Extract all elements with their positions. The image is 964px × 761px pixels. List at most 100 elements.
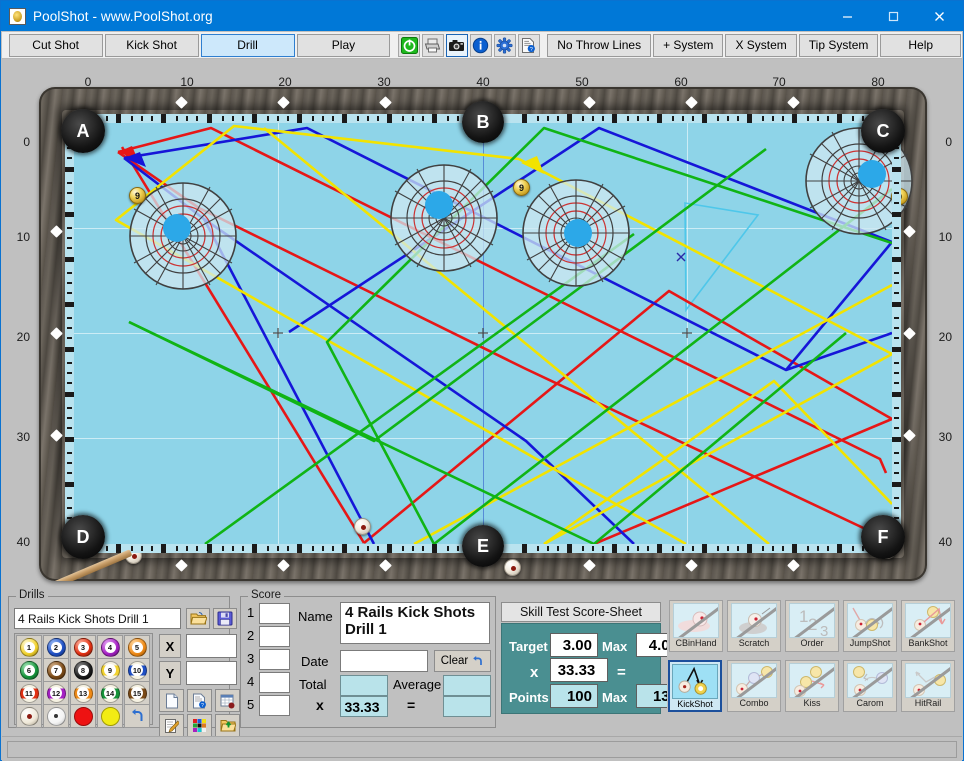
document-help-icon[interactable]: ? <box>517 33 540 57</box>
pocket-a[interactable]: A <box>61 109 105 153</box>
svg-text:?: ? <box>530 47 533 53</box>
pocket-c[interactable]: C <box>861 109 905 153</box>
y-axis-left-label-10: 10 <box>16 230 30 244</box>
new-page-icon[interactable] <box>159 689 184 712</box>
ball-button-4[interactable]: 4 <box>97 635 123 659</box>
ball-button-10[interactable]: 10 <box>124 658 150 682</box>
score-name-input[interactable]: 4 Rails Kick Shots Drill 1 <box>340 602 490 644</box>
clear-button[interactable]: Clear <box>434 650 491 672</box>
ball-button-7[interactable]: 7 <box>43 658 69 682</box>
shot-type-kickshot[interactable]: KickShot <box>668 660 722 712</box>
score-row-input-5[interactable] <box>259 695 290 716</box>
score-row-index-5: 5 <box>247 697 255 712</box>
shot-type-label: BankShot <box>908 638 948 648</box>
ball-button-3[interactable]: 3 <box>70 635 96 659</box>
ball-button-2[interactable]: 2 <box>43 635 69 659</box>
power-icon[interactable] <box>398 33 421 57</box>
tab-drill[interactable]: Drill <box>200 33 295 57</box>
shot-type-jumpshot[interactable]: JumpShot <box>843 600 897 652</box>
rail-diamond <box>903 429 916 442</box>
undo-arrow-icon[interactable] <box>124 704 150 728</box>
ball-button-12[interactable]: 12 <box>43 681 69 705</box>
save-disk-icon[interactable] <box>213 608 237 629</box>
ball-button-11[interactable]: 11 <box>16 681 42 705</box>
ball-button-5[interactable]: 5 <box>124 635 150 659</box>
button-tip-system[interactable]: Tip System <box>798 33 879 57</box>
score-row-index-2: 2 <box>247 628 255 643</box>
shot-type-kiss[interactable]: Kiss <box>785 660 839 712</box>
tab-cut-shot[interactable]: Cut Shot <box>8 33 103 57</box>
color-palette-icon[interactable] <box>187 714 212 737</box>
bottom-panel: Drills 4 Rails Kick Shots Drill 1 1 2 3 … <box>2 589 962 760</box>
pocket-d[interactable]: D <box>61 515 105 559</box>
button-x-system[interactable]: X System <box>725 33 797 57</box>
y-axis-right-label-40: 40 <box>938 535 952 549</box>
close-button[interactable] <box>916 1 963 31</box>
ball-button-red[interactable] <box>70 704 96 728</box>
aim-target-wheel <box>522 179 630 287</box>
score-row-input-3[interactable] <box>259 649 290 670</box>
gear-icon[interactable] <box>493 33 516 57</box>
camera-icon[interactable] <box>445 33 468 57</box>
pool-table[interactable]: 9 9 9 <box>39 87 927 581</box>
score-row-input-2[interactable] <box>259 626 290 647</box>
score-row-input-4[interactable] <box>259 672 290 693</box>
shot-type-order[interactable]: 123 Order <box>785 600 839 652</box>
y-axis-right-label-10: 10 <box>938 230 952 244</box>
pocket-e[interactable]: E <box>462 525 504 567</box>
skill-test-title: Skill Test Score-Sheet <box>501 602 661 622</box>
document-help-icon[interactable]: ? <box>187 689 212 712</box>
score-row-input-1[interactable] <box>259 603 290 624</box>
printer-icon[interactable] <box>422 33 444 57</box>
shot-type-label: Combo <box>739 698 769 708</box>
pocket-f[interactable]: F <box>861 515 905 559</box>
ball-button-yellow[interactable] <box>97 704 123 728</box>
skill-factor-value[interactable]: 33.33 <box>550 658 608 682</box>
ball-button-spot[interactable] <box>43 704 69 728</box>
coord-y-input[interactable] <box>186 661 237 685</box>
info-icon[interactable] <box>469 33 492 57</box>
tab-play[interactable]: Play <box>296 33 391 57</box>
button-no-throw-lines[interactable]: No Throw Lines <box>547 33 652 57</box>
pocket-b[interactable]: B <box>462 101 504 143</box>
minimize-button[interactable] <box>824 1 870 31</box>
object-ball-9[interactable]: 9 <box>513 179 530 196</box>
target-value[interactable]: 3.00 <box>550 633 598 657</box>
shot-type-hitrail[interactable]: HitRail <box>901 660 955 712</box>
shot-type-scratch[interactable]: Scratch <box>727 600 781 652</box>
table-felt[interactable]: 9 9 9 <box>74 123 913 576</box>
export-folder-icon[interactable] <box>215 714 240 737</box>
ball-button-13[interactable]: 13 <box>70 681 96 705</box>
coord-x-input[interactable] <box>186 634 237 658</box>
ball-button-8[interactable]: 8 <box>70 658 96 682</box>
score-total-value <box>340 675 388 696</box>
score-date-input[interactable] <box>340 650 428 672</box>
shot-type-cbinhand[interactable]: CBinHand <box>669 600 723 652</box>
ball-button-1[interactable]: 1 <box>16 635 42 659</box>
coord-x-label: X <box>159 634 181 658</box>
button-plus-system[interactable]: + System <box>653 33 724 57</box>
table-report-icon[interactable] <box>215 689 240 712</box>
maximize-button[interactable] <box>870 1 916 31</box>
edit-notes-icon[interactable] <box>159 714 184 737</box>
shot-type-label: CBinHand <box>675 638 717 648</box>
button-help[interactable]: Help <box>880 33 962 57</box>
shot-type-combo[interactable]: Combo <box>727 660 781 712</box>
shot-type-label: Carom <box>856 698 884 708</box>
shot-type-carom[interactable]: Carom <box>843 660 897 712</box>
ball-button-14[interactable]: 14 <box>97 681 123 705</box>
cue-stick[interactable] <box>854 567 927 581</box>
tab-kick-shot[interactable]: Kick Shot <box>104 33 199 57</box>
open-folder-icon[interactable] <box>186 608 210 629</box>
ball-button-9[interactable]: 9 <box>97 658 123 682</box>
drill-name-input[interactable]: 4 Rails Kick Shots Drill 1 <box>14 608 181 629</box>
ball-button-cue[interactable] <box>16 704 42 728</box>
cue-ball[interactable] <box>354 518 371 535</box>
ball-button-15[interactable]: 15 <box>124 681 150 705</box>
score-multiplier-value[interactable]: 33.33 <box>340 696 388 717</box>
score-equals-label: = <box>407 697 416 713</box>
shot-type-bankshot[interactable]: BankShot <box>901 600 955 652</box>
cue-ball[interactable] <box>504 559 521 576</box>
ball-button-6[interactable]: 6 <box>16 658 42 682</box>
object-ball-9[interactable]: 9 <box>129 187 146 204</box>
